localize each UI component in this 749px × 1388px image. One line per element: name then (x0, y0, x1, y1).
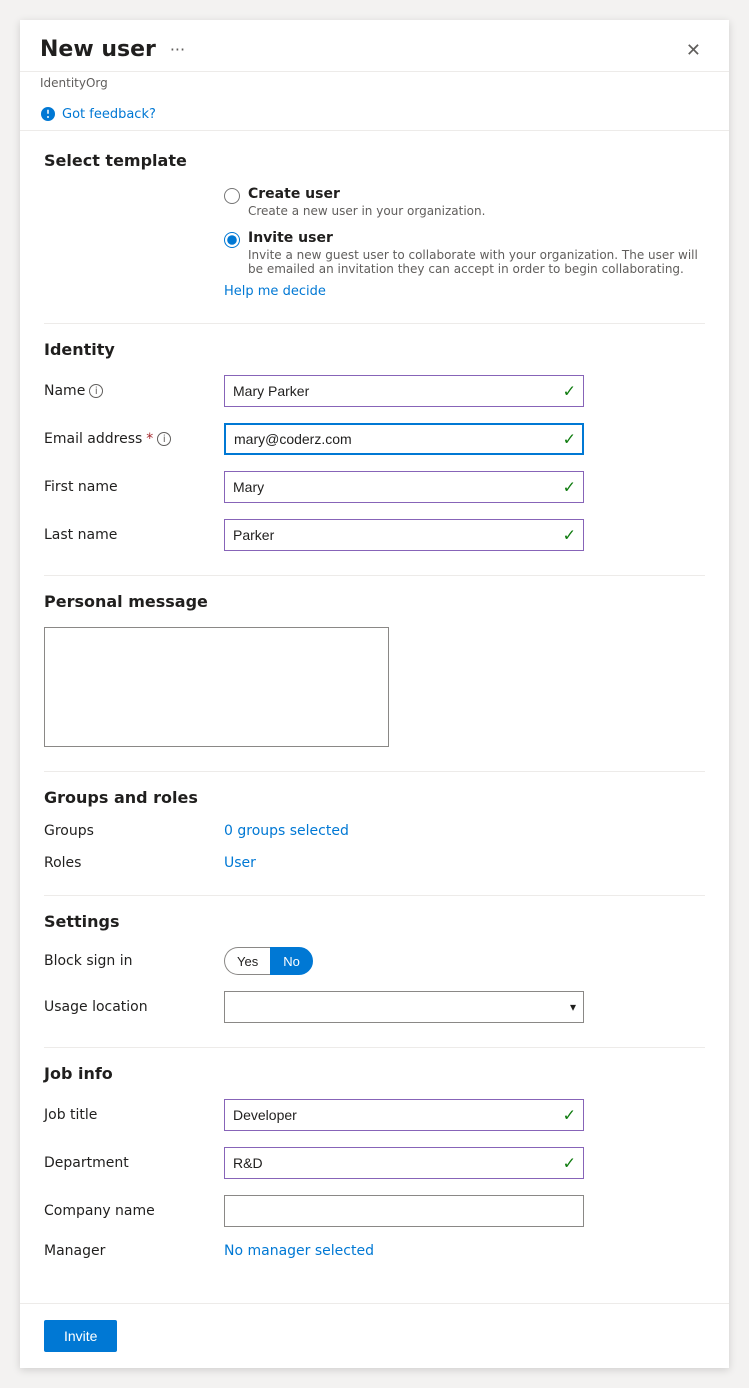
usage-location-row: Usage location ▾ (44, 991, 705, 1023)
template-section-title: Select template (44, 151, 705, 170)
email-required-star: * (146, 431, 153, 447)
panel-body: Select template Create user Create a new… (20, 131, 729, 1303)
roles-label: Roles (44, 855, 224, 871)
company-row: Company name (44, 1195, 705, 1227)
email-info-icon[interactable]: i (157, 432, 171, 446)
panel-title: New user (40, 37, 156, 62)
groups-field-row: Groups 0 groups selected (44, 823, 705, 839)
firstname-check-icon: ✓ (563, 478, 576, 497)
name-check-icon: ✓ (563, 382, 576, 401)
block-signin-label: Block sign in (44, 953, 224, 969)
close-button[interactable]: ✕ (678, 37, 709, 63)
block-signin-row: Block sign in Yes No (44, 947, 705, 975)
name-info-icon[interactable]: i (89, 384, 103, 398)
manager-label: Manager (44, 1243, 224, 1259)
company-input-wrap (224, 1195, 584, 1227)
identity-section: Identity Name i ✓ Email address * i (44, 340, 705, 551)
divider-3 (44, 771, 705, 772)
name-input[interactable] (224, 375, 584, 407)
create-user-option[interactable]: Create user Create a new user in your or… (224, 186, 705, 218)
department-check-icon: ✓ (563, 1154, 576, 1173)
groups-label: Groups (44, 823, 224, 839)
department-input-wrap: ✓ (224, 1147, 584, 1179)
invite-user-radio[interactable] (224, 232, 240, 248)
job-title-row: Job title ✓ (44, 1099, 705, 1131)
company-input[interactable] (224, 1195, 584, 1227)
panel-footer: Invite (20, 1303, 729, 1368)
invite-button[interactable]: Invite (44, 1320, 117, 1352)
lastname-label: Last name (44, 527, 224, 543)
name-field-row: Name i ✓ (44, 375, 705, 407)
usage-location-label: Usage location (44, 999, 224, 1015)
company-label: Company name (44, 1203, 224, 1219)
groups-roles-section: Groups and roles Groups 0 groups selecte… (44, 788, 705, 871)
manager-value[interactable]: No manager selected (224, 1243, 374, 1259)
name-label: Name i (44, 383, 224, 399)
template-options: Create user Create a new user in your or… (44, 186, 705, 276)
create-user-label: Create user (248, 186, 340, 202)
feedback-icon (40, 106, 56, 122)
usage-location-select-wrap: ▾ (224, 991, 584, 1023)
personal-message-section: Personal message (44, 592, 705, 747)
firstname-input-wrap: ✓ (224, 471, 584, 503)
yes-toggle-btn[interactable]: Yes (224, 947, 270, 975)
no-toggle-btn[interactable]: No (270, 947, 313, 975)
firstname-input[interactable] (224, 471, 584, 503)
identity-section-title: Identity (44, 340, 705, 359)
email-field-row: Email address * i ✓ (44, 423, 705, 455)
divider-4 (44, 895, 705, 896)
manager-row: Manager No manager selected (44, 1243, 705, 1259)
email-input-wrap: ✓ (224, 423, 584, 455)
personal-message-wrap (44, 627, 389, 747)
divider-2 (44, 575, 705, 576)
feedback-bar[interactable]: Got feedback? (20, 98, 729, 131)
invite-user-desc: Invite a new guest user to collaborate w… (248, 248, 705, 276)
block-signin-toggle: Yes No (224, 947, 313, 975)
roles-value[interactable]: User (224, 855, 256, 871)
job-info-title: Job info (44, 1064, 705, 1083)
groups-roles-title: Groups and roles (44, 788, 705, 807)
usage-location-select[interactable] (224, 991, 584, 1023)
job-title-input-wrap: ✓ (224, 1099, 584, 1131)
email-label: Email address * i (44, 431, 224, 447)
name-input-wrap: ✓ (224, 375, 584, 407)
job-title-input[interactable] (224, 1099, 584, 1131)
groups-value[interactable]: 0 groups selected (224, 823, 349, 839)
job-title-label: Job title (44, 1107, 224, 1123)
personal-message-title: Personal message (44, 592, 705, 611)
settings-section: Settings Block sign in Yes No Usage loca… (44, 912, 705, 1023)
lastname-field-row: Last name ✓ (44, 519, 705, 551)
feedback-label: Got feedback? (62, 107, 156, 122)
firstname-field-row: First name ✓ (44, 471, 705, 503)
job-info-section: Job info Job title ✓ Department ✓ Compan… (44, 1064, 705, 1259)
create-user-desc: Create a new user in your organization. (248, 204, 485, 218)
org-name: IdentityOrg (20, 72, 729, 98)
roles-field-row: Roles User (44, 855, 705, 871)
lastname-input[interactable] (224, 519, 584, 551)
firstname-label: First name (44, 479, 224, 495)
invite-user-option[interactable]: Invite user Invite a new guest user to c… (224, 230, 705, 276)
department-row: Department ✓ (44, 1147, 705, 1179)
new-user-panel: New user ··· ✕ IdentityOrg Got feedback?… (20, 20, 729, 1368)
panel-header: New user ··· ✕ (20, 20, 729, 72)
personal-message-input[interactable] (45, 628, 388, 746)
create-user-radio[interactable] (224, 188, 240, 204)
settings-title: Settings (44, 912, 705, 931)
job-title-check-icon: ✓ (563, 1106, 576, 1125)
template-section: Select template Create user Create a new… (44, 151, 705, 299)
email-check-icon: ✓ (563, 430, 576, 449)
lastname-check-icon: ✓ (563, 526, 576, 545)
more-options-icon[interactable]: ··· (166, 36, 189, 63)
invite-user-label: Invite user (248, 230, 333, 246)
department-input[interactable] (224, 1147, 584, 1179)
help-me-decide-link[interactable]: Help me decide (44, 284, 705, 299)
email-input[interactable] (224, 423, 584, 455)
department-label: Department (44, 1155, 224, 1171)
lastname-input-wrap: ✓ (224, 519, 584, 551)
divider-1 (44, 323, 705, 324)
divider-5 (44, 1047, 705, 1048)
